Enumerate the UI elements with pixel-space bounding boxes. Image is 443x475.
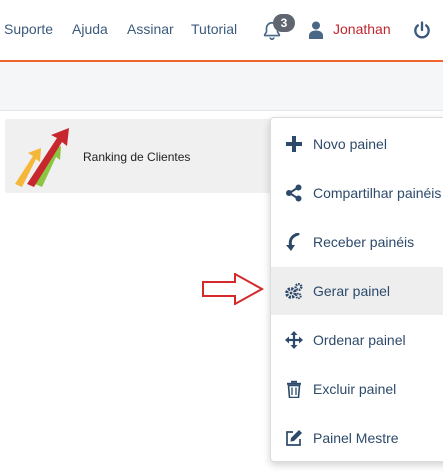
pointer-arrow-icon — [202, 273, 264, 305]
menu-item-label: Painel Mestre — [313, 430, 399, 446]
menu-item-label: Novo painel — [313, 136, 387, 152]
ranking-chart-logo-icon — [15, 128, 69, 187]
menu-item-ordenar-painel[interactable]: Ordenar painel — [271, 316, 443, 364]
menu-item-novo-painel[interactable]: Novo painel — [271, 120, 443, 168]
move-arrows-icon — [285, 331, 303, 349]
menu-item-label: Excluir painel — [313, 381, 397, 397]
user-name[interactable]: Jonathan — [333, 21, 391, 37]
gears-icon — [285, 283, 303, 300]
menu-item-excluir-painel[interactable]: Excluir painel — [271, 365, 443, 413]
user-icon — [309, 21, 323, 39]
share-icon — [286, 184, 302, 202]
menu-item-label: Compartilhar painéis — [313, 185, 442, 201]
menu-item-label: Receber painéis — [313, 234, 415, 250]
toolbar-strip — [0, 62, 443, 111]
panel-card[interactable]: Ranking de Clientes — [5, 119, 290, 193]
top-navigation-bar: Suporte Ajuda Assinar Tutorial 3 Jonatha… — [0, 0, 443, 62]
edit-icon — [286, 430, 302, 446]
receive-icon — [286, 233, 300, 251]
panel-actions-menu: Novo painel Compartilhar painéis Receber… — [270, 117, 443, 462]
menu-item-label: Ordenar painel — [313, 332, 406, 348]
plus-icon — [286, 136, 302, 152]
panel-title: Ranking de Clientes — [83, 150, 191, 164]
menu-item-painel-mestre[interactable]: Painel Mestre — [271, 414, 443, 462]
notification-badge: 3 — [273, 14, 295, 32]
nav-link-ajuda[interactable]: Ajuda — [72, 21, 108, 37]
power-icon[interactable] — [412, 20, 432, 40]
menu-item-label: Gerar painel — [313, 283, 391, 299]
nav-link-assinar[interactable]: Assinar — [127, 21, 174, 37]
menu-item-receber-paineis[interactable]: Receber painéis — [271, 218, 443, 266]
trash-icon — [287, 380, 301, 398]
nav-link-suporte[interactable]: Suporte — [4, 21, 53, 37]
menu-item-gerar-painel[interactable]: Gerar painel — [271, 267, 443, 315]
menu-item-compartilhar-paineis[interactable]: Compartilhar painéis — [271, 169, 443, 217]
nav-link-tutorial[interactable]: Tutorial — [191, 21, 237, 37]
